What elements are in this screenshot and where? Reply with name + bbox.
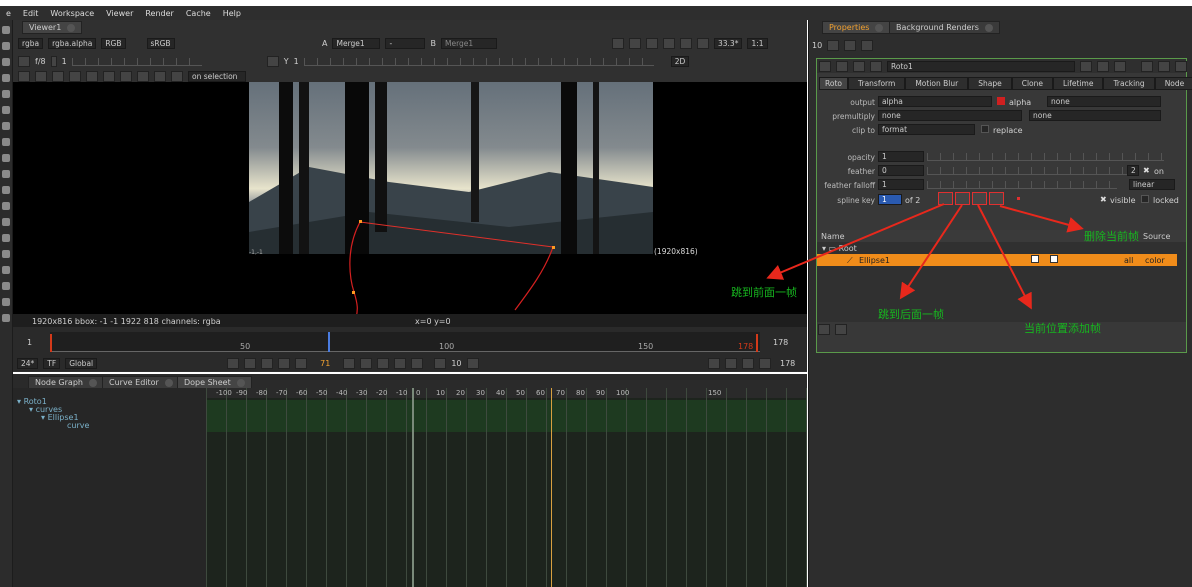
annotation-delete-key: 删除当前帧 xyxy=(1084,230,1139,243)
annotation-arrows xyxy=(766,203,1084,310)
annotation-next-key: 跳到后面一帧 xyxy=(878,308,944,321)
arrow-prev xyxy=(766,203,945,280)
annotation-prev-key: 跳到前面一帧 xyxy=(731,286,797,299)
arrow-delete xyxy=(999,205,1084,233)
arrow-add xyxy=(977,204,1032,310)
annotation-add-key: 当前位置添加帧 xyxy=(1024,322,1101,335)
